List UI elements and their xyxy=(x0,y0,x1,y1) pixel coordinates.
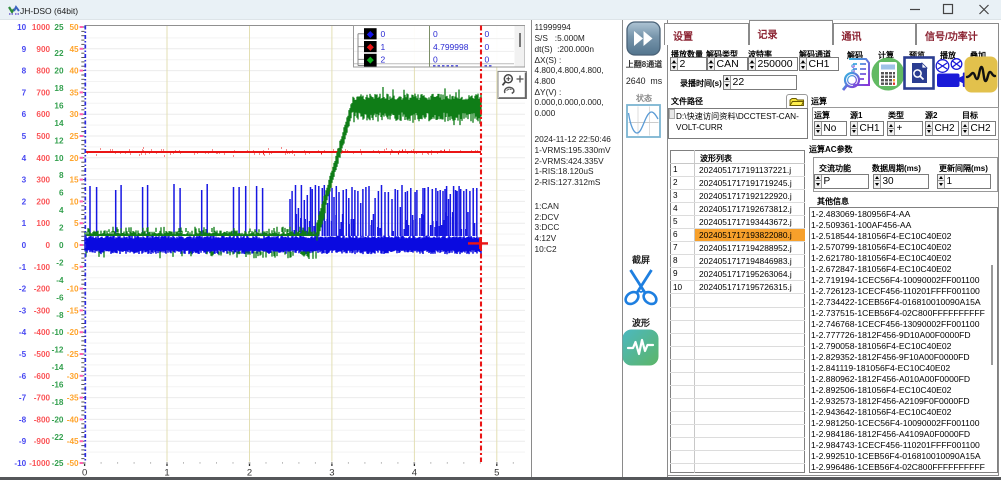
svg-text:300: 300 xyxy=(36,176,50,185)
svg-text:0: 0 xyxy=(485,29,490,39)
svg-text:1: 1 xyxy=(22,219,27,228)
svg-text:22: 22 xyxy=(54,49,64,58)
svg-text:16: 16 xyxy=(54,102,64,111)
svg-text:50: 50 xyxy=(69,23,79,32)
svg-text:0: 0 xyxy=(381,29,386,39)
svg-text:4: 4 xyxy=(59,206,64,215)
svg-text:-15: -15 xyxy=(67,306,79,315)
svg-text:-8: -8 xyxy=(19,415,27,424)
svg-text:-35: -35 xyxy=(67,394,79,403)
svg-text:14: 14 xyxy=(54,119,64,128)
svg-text:-500: -500 xyxy=(34,350,51,359)
svg-text:6: 6 xyxy=(59,189,64,198)
svg-text:-9: -9 xyxy=(19,437,27,446)
svg-text:-25: -25 xyxy=(67,350,79,359)
svg-text:-7: -7 xyxy=(19,394,27,403)
svg-text:2: 2 xyxy=(381,55,386,65)
svg-text:-2: -2 xyxy=(56,258,64,267)
svg-text:500: 500 xyxy=(36,132,50,141)
svg-text:100: 100 xyxy=(36,219,50,228)
svg-text:-10: -10 xyxy=(14,459,26,468)
svg-text:-50: -50 xyxy=(67,459,79,468)
svg-text:20: 20 xyxy=(69,154,79,163)
svg-text:900: 900 xyxy=(36,45,50,54)
svg-text:25: 25 xyxy=(69,132,79,141)
svg-text:0: 0 xyxy=(433,29,438,39)
svg-text:2: 2 xyxy=(59,224,64,233)
svg-text:7: 7 xyxy=(22,88,27,97)
svg-text:-900: -900 xyxy=(34,437,51,446)
svg-text:0: 0 xyxy=(46,241,51,250)
svg-text:-3: -3 xyxy=(19,306,27,315)
svg-text:-200: -200 xyxy=(34,285,51,294)
svg-text:800: 800 xyxy=(36,67,50,76)
svg-text:-6: -6 xyxy=(19,372,27,381)
svg-text:45: 45 xyxy=(69,45,79,54)
svg-text:400: 400 xyxy=(36,154,50,163)
svg-text:-16: -16 xyxy=(52,381,64,390)
svg-text:-600: -600 xyxy=(34,372,51,381)
svg-text:-1000: -1000 xyxy=(29,459,50,468)
svg-text:-8: -8 xyxy=(56,311,64,320)
svg-text:20: 20 xyxy=(54,67,64,76)
svg-text:8: 8 xyxy=(59,171,64,180)
svg-text:-5: -5 xyxy=(71,263,79,272)
svg-text:-22: -22 xyxy=(52,433,64,442)
svg-text:15: 15 xyxy=(69,176,79,185)
svg-text:-6: -6 xyxy=(56,293,64,302)
svg-text:18: 18 xyxy=(54,84,64,93)
svg-text:-18: -18 xyxy=(52,398,64,407)
svg-text:5: 5 xyxy=(22,132,27,141)
svg-text:700: 700 xyxy=(36,88,50,97)
svg-text:35: 35 xyxy=(69,88,79,97)
svg-text:6: 6 xyxy=(22,110,27,119)
svg-text:-30: -30 xyxy=(67,372,79,381)
svg-text:-5: -5 xyxy=(19,350,27,359)
svg-text:40: 40 xyxy=(69,67,79,76)
svg-text:2: 2 xyxy=(22,197,27,206)
svg-text:1: 1 xyxy=(381,42,386,52)
svg-text:10: 10 xyxy=(17,23,27,32)
svg-text:0: 0 xyxy=(74,241,79,250)
svg-text:-10: -10 xyxy=(52,328,64,337)
svg-text:-25: -25 xyxy=(52,459,64,468)
svg-text:-1: -1 xyxy=(19,263,27,272)
svg-text:4: 4 xyxy=(22,154,27,163)
svg-text:-20: -20 xyxy=(67,328,79,337)
svg-text:-700: -700 xyxy=(34,394,51,403)
svg-text:-20: -20 xyxy=(52,415,64,424)
svg-text:0: 0 xyxy=(433,55,438,65)
svg-text:3: 3 xyxy=(22,176,27,185)
svg-text:-4: -4 xyxy=(56,276,64,285)
svg-text:4.799998: 4.799998 xyxy=(433,42,469,52)
svg-text:-14: -14 xyxy=(52,363,64,372)
svg-text:10: 10 xyxy=(69,197,79,206)
svg-text:-10: -10 xyxy=(67,285,79,294)
svg-text:-300: -300 xyxy=(34,306,51,315)
svg-text:9: 9 xyxy=(22,45,27,54)
svg-text:12: 12 xyxy=(54,136,64,145)
svg-text:30: 30 xyxy=(69,110,79,119)
svg-text:-12: -12 xyxy=(52,346,64,355)
svg-text:0: 0 xyxy=(59,241,64,250)
svg-text:-45: -45 xyxy=(67,437,79,446)
svg-text:0: 0 xyxy=(485,55,490,65)
svg-text:-100: -100 xyxy=(34,263,51,272)
svg-text:5: 5 xyxy=(74,219,79,228)
svg-text:8: 8 xyxy=(22,67,27,76)
svg-text:10: 10 xyxy=(54,154,64,163)
svg-text:-2: -2 xyxy=(19,285,27,294)
svg-text:600: 600 xyxy=(36,110,50,119)
svg-text:-400: -400 xyxy=(34,328,51,337)
svg-text:1000: 1000 xyxy=(32,23,51,32)
svg-text:-40: -40 xyxy=(67,415,79,424)
svg-text:200: 200 xyxy=(36,197,50,206)
svg-text:-800: -800 xyxy=(34,415,51,424)
svg-text:0: 0 xyxy=(22,241,27,250)
svg-text:25: 25 xyxy=(54,23,64,32)
svg-text:-4: -4 xyxy=(19,328,27,337)
svg-text:0: 0 xyxy=(485,42,490,52)
